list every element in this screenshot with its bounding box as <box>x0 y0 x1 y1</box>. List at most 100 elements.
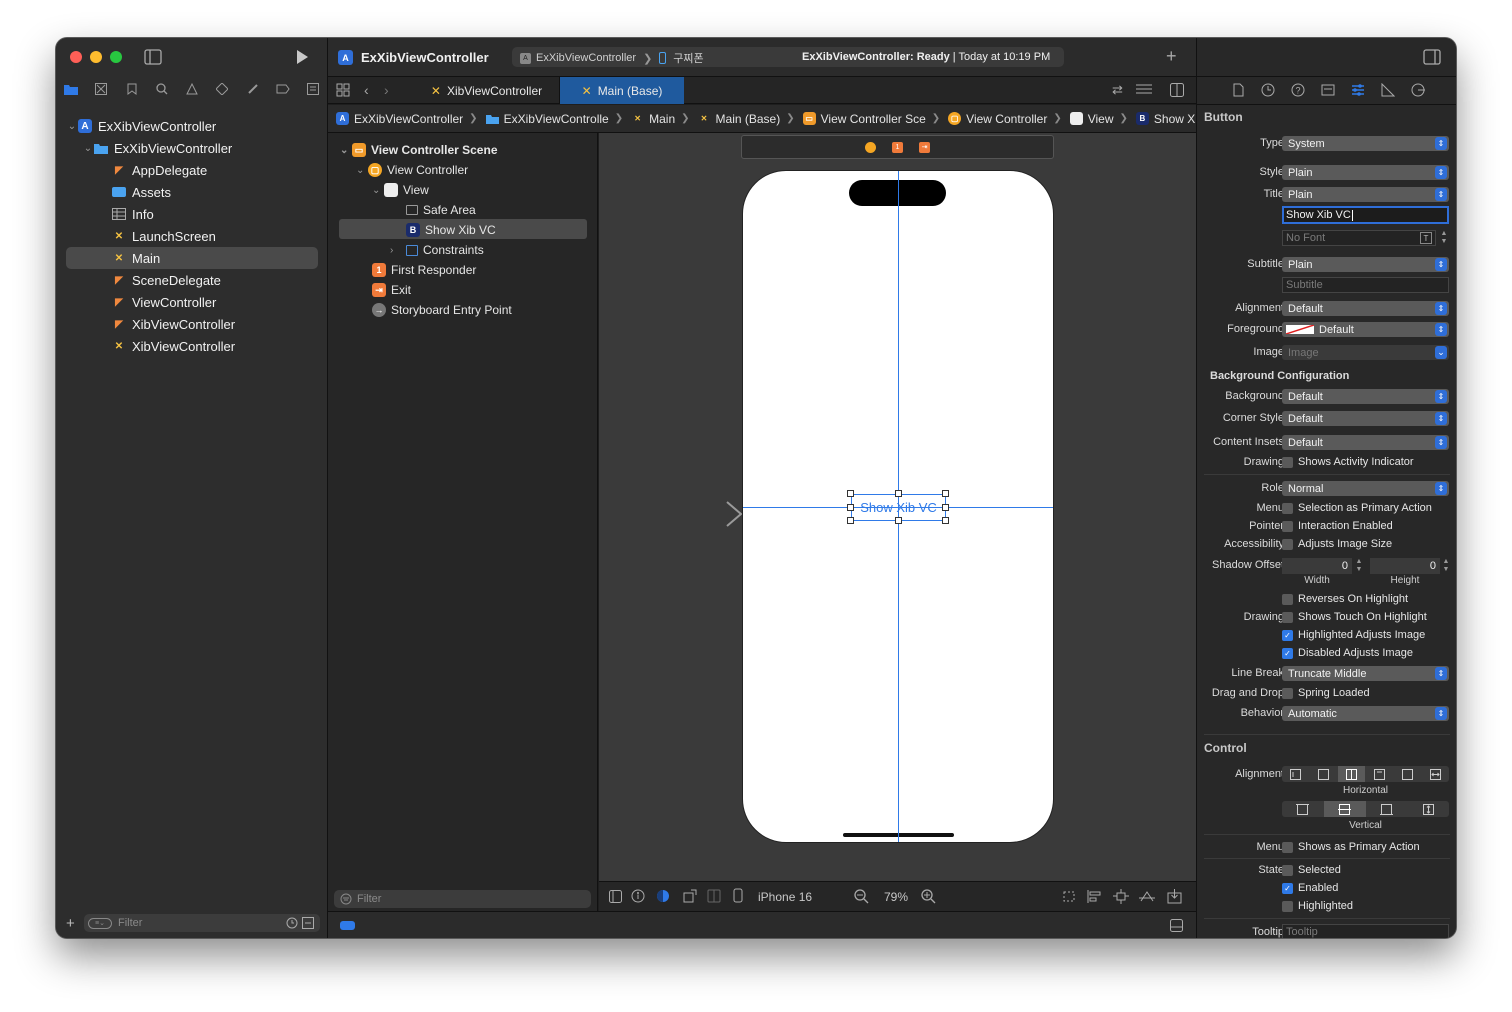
run-destination[interactable]: 구찌폰 <box>673 50 703 66</box>
entry-point-arrow[interactable] <box>665 500 743 528</box>
resize-handle[interactable] <box>847 490 854 497</box>
style-popup[interactable]: Plain ⇕ <box>1282 165 1449 180</box>
disclosure-open-icon[interactable]: ⌄ <box>356 165 368 176</box>
zoom-level[interactable]: 79% <box>884 890 908 904</box>
shadow-height-field[interactable]: 0 <box>1370 558 1440 574</box>
size-inspector-icon[interactable] <box>1381 83 1395 97</box>
content-insets-popup[interactable]: Default ⇕ <box>1282 435 1449 450</box>
outline-exit[interactable]: ⇥ Exit <box>372 280 411 300</box>
outline-first-responder[interactable]: 1 First Responder <box>372 260 476 280</box>
resize-handle[interactable] <box>847 517 854 524</box>
zoom-in-icon[interactable] <box>921 889 936 904</box>
appearance-icon[interactable] <box>656 889 670 903</box>
recent-files-icon[interactable] <box>286 917 298 929</box>
tree-item-file[interactable]: ◤ XibViewController <box>112 313 235 335</box>
tree-item-project[interactable]: ⌄ A ExXibViewController <box>66 115 216 137</box>
shadow-width-field[interactable]: 0 <box>1282 558 1352 574</box>
align-icon[interactable] <box>1087 889 1103 904</box>
file-inspector-icon[interactable] <box>1231 83 1245 97</box>
breadcrumb-item[interactable]: A ExXibViewController ❯ <box>336 112 478 126</box>
breadcrumb-item[interactable]: ExXibViewControlle ❯ <box>485 112 623 126</box>
font-field[interactable]: No Font T <box>1282 230 1436 246</box>
disclosure-open-icon[interactable]: ⌄ <box>66 121 78 132</box>
folder-icon[interactable] <box>64 82 78 96</box>
update-frames-icon[interactable] <box>1061 889 1077 904</box>
outline-view-controller[interactable]: ⌄ ▢ View Controller <box>356 160 468 180</box>
iphone-icon[interactable] <box>733 888 743 903</box>
highlighted-checkbox[interactable]: Highlighted <box>1282 900 1353 912</box>
navigator-filter-field[interactable]: ≡⌄ Filter <box>84 914 320 932</box>
align-center-icon[interactable] <box>1337 766 1366 782</box>
source-control-icon[interactable] <box>94 82 108 96</box>
type-popup[interactable]: System ⇕ <box>1282 136 1449 151</box>
outline-toggle-icon[interactable] <box>609 890 622 903</box>
shows-as-primary-action-checkbox[interactable]: Shows as Primary Action <box>1282 841 1420 853</box>
history-inspector-icon[interactable] <box>1261 83 1275 97</box>
stepper-icon[interactable]: ▲ ▼ <box>1354 558 1364 574</box>
tree-item-file[interactable]: ◤ ViewController <box>112 291 216 313</box>
refresh-icon[interactable]: ⇄ <box>1112 82 1123 98</box>
filter-options-icon[interactable]: ≡⌄ <box>88 917 112 929</box>
close-window-button[interactable] <box>70 51 82 63</box>
outline-scene[interactable]: ⌄ ▭ View Controller Scene <box>340 140 498 160</box>
show-debug-area-icon[interactable] <box>1170 919 1183 932</box>
warning-icon[interactable] <box>185 82 199 96</box>
first-responder-icon[interactable]: 1 <box>892 141 903 153</box>
disclosure-open-icon[interactable]: ⌄ <box>82 143 94 154</box>
align-bottom-icon[interactable] <box>1366 801 1408 817</box>
accessibility-icon[interactable] <box>631 889 645 903</box>
split-editor-icon[interactable] <box>1170 83 1184 97</box>
zoom-out-icon[interactable] <box>854 889 869 904</box>
breadcrumb-item[interactable]: B Show Xib VC <box>1135 112 1196 126</box>
title-popup[interactable]: Plain ⇕ <box>1282 187 1449 202</box>
background-popup[interactable]: Default ⇕ <box>1282 389 1449 404</box>
device-layout-icon[interactable] <box>707 889 721 903</box>
outline-button[interactable]: B Show Xib VC <box>406 220 496 240</box>
tree-item-file[interactable]: Info <box>112 203 154 225</box>
shows-touch-on-highlight-checkbox[interactable]: Shows Touch On Highlight <box>1282 611 1427 623</box>
inspector-toggle-icon[interactable] <box>1423 49 1441 65</box>
storyboard-canvas[interactable]: 1 ⇥ Show Xib VC <box>599 133 1196 881</box>
vertical-alignment-segmented[interactable] <box>1282 801 1449 817</box>
disclosure-open-icon[interactable]: ⌄ <box>340 145 352 156</box>
breadcrumb-item[interactable]: ✕ Main ❯ <box>631 112 689 126</box>
stepper-icon[interactable]: ▲ ▼ <box>1441 558 1451 574</box>
search-icon[interactable] <box>155 82 169 96</box>
alignment-popup[interactable]: Default ⇕ <box>1282 301 1449 316</box>
tab-xibviewcontroller[interactable]: ✕ XibViewController <box>414 77 560 104</box>
align-right-icon[interactable] <box>1393 766 1421 782</box>
tree-item-file[interactable]: Assets <box>112 181 171 203</box>
resize-handle[interactable] <box>942 517 949 524</box>
role-popup[interactable]: Normal ⇕ <box>1282 481 1449 496</box>
disabled-adjusts-image-checkbox[interactable]: ✓ Disabled Adjusts Image <box>1282 647 1413 659</box>
tab-main-base[interactable]: ✕ Main (Base) <box>560 77 684 104</box>
iphone-frame[interactable]: Show Xib VC <box>742 170 1054 843</box>
tree-item-group[interactable]: ⌄ ExXibViewController <box>82 137 232 159</box>
add-file-button[interactable]: + <box>66 915 75 932</box>
scheme-selector[interactable]: A ExXibViewController ❯ 구찌폰 <box>520 50 704 66</box>
debug-area-toggle-icon[interactable] <box>340 921 355 930</box>
subtitle-popup[interactable]: Plain ⇕ <box>1282 257 1449 272</box>
resize-handle[interactable] <box>895 490 902 497</box>
font-picker-icon[interactable]: T <box>1420 232 1432 244</box>
align-leading-icon[interactable] <box>1310 766 1338 782</box>
resize-handle[interactable] <box>942 504 949 511</box>
zoom-window-button[interactable] <box>110 51 122 63</box>
disclosure-closed-icon[interactable]: › <box>390 245 406 256</box>
tree-item-file[interactable]: ✕ LaunchScreen <box>112 225 216 247</box>
identity-inspector-icon[interactable] <box>1321 83 1335 97</box>
view-controller-icon[interactable] <box>865 141 876 153</box>
align-fill-icon[interactable] <box>1421 766 1449 782</box>
align-trailing-icon[interactable] <box>1365 766 1393 782</box>
align-middle-icon[interactable] <box>1323 801 1366 817</box>
shows-activity-indicator-checkbox[interactable]: Shows Activity Indicator <box>1282 456 1414 468</box>
tree-item-file-selected[interactable]: ✕ Main <box>112 247 160 269</box>
related-items-icon[interactable] <box>336 83 350 97</box>
tree-item-file[interactable]: ✕ XibViewController <box>112 335 235 357</box>
resize-handle[interactable] <box>847 504 854 511</box>
resize-handle[interactable] <box>895 517 902 524</box>
outline-safe-area[interactable]: Safe Area <box>406 200 476 220</box>
test-icon[interactable] <box>215 82 229 96</box>
selection-as-primary-action-checkbox[interactable]: Selection as Primary Action <box>1282 502 1432 514</box>
breadcrumb-item[interactable]: View ❯ <box>1069 112 1128 126</box>
